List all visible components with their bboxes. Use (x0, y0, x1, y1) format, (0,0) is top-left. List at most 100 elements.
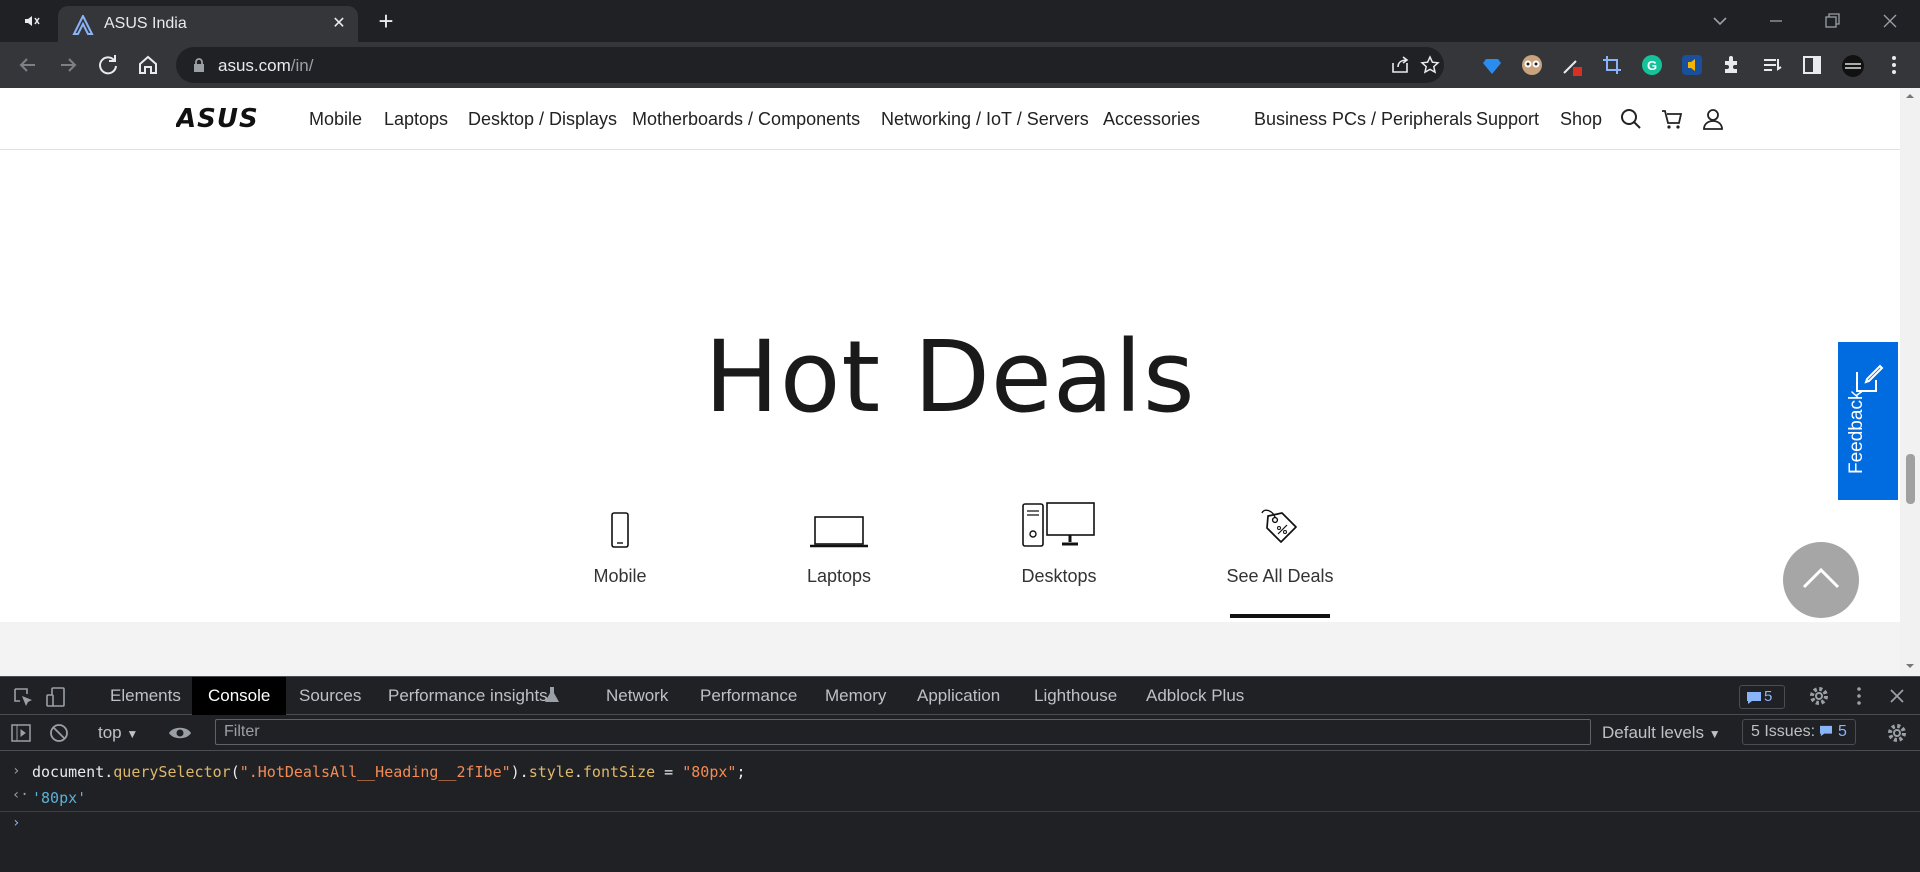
desktop-tower-monitor-icon (979, 496, 1139, 548)
deal-category-desktops[interactable]: Desktops (979, 496, 1139, 587)
console-settings-icon[interactable] (1886, 722, 1908, 744)
context-selector[interactable]: top ▼ (98, 723, 138, 743)
mobile-phone-icon (540, 496, 700, 548)
category-label: Mobile (593, 566, 647, 586)
share-icon[interactable] (1390, 55, 1410, 75)
site-header: ASUS Mobile Laptops Desktop / Displays M… (0, 88, 1900, 150)
minimize-icon[interactable] (1756, 6, 1796, 36)
devtools-tab-memory[interactable]: Memory (809, 677, 902, 715)
console-result: '80px' (32, 789, 87, 807)
nav-business-pcs-peripherals[interactable]: Business PCs / Peripherals (1254, 109, 1472, 130)
scroll-up-icon[interactable] (1900, 90, 1920, 102)
nav-support[interactable]: Support (1476, 109, 1539, 130)
deal-category-mobile[interactable]: Mobile (540, 496, 700, 587)
clear-console-icon[interactable] (48, 722, 70, 744)
nav-accessories[interactable]: Accessories (1103, 109, 1200, 130)
window-close-icon[interactable] (1870, 6, 1910, 36)
tab-search-icon[interactable] (1700, 6, 1740, 36)
new-tab-button[interactable]: + (372, 8, 400, 36)
nav-motherboards-components[interactable]: Motherboards / Components (632, 109, 860, 130)
tab-close-icon[interactable]: ✕ (328, 13, 350, 35)
console-filter-input[interactable]: Filter (215, 719, 1591, 745)
nav-networking-iot-servers[interactable]: Networking / IoT / Servers (881, 109, 1089, 130)
grammarly-icon[interactable]: G (1641, 54, 1663, 76)
page-scrollbar[interactable] (1900, 88, 1920, 676)
log-levels-dropdown[interactable]: Default levels ▼ (1602, 723, 1721, 743)
devtools-tab-lighthouse[interactable]: Lighthouse (1018, 677, 1133, 715)
home-icon[interactable] (134, 51, 162, 79)
back-to-top-button[interactable] (1783, 542, 1859, 618)
web-page: ASUS Mobile Laptops Desktop / Displays M… (0, 88, 1920, 676)
nav-shop[interactable]: Shop (1560, 109, 1602, 130)
feedback-label: Feedback (1846, 390, 1867, 474)
reload-icon[interactable] (94, 51, 122, 79)
reading-list-icon[interactable] (1761, 54, 1783, 76)
address-bar[interactable]: asus.com/in/ (176, 47, 1444, 83)
side-panel-icon[interactable] (1801, 54, 1823, 76)
message-icon (1747, 692, 1761, 704)
lock-icon[interactable] (192, 57, 206, 73)
forward-icon[interactable] (54, 51, 82, 79)
issues-badge[interactable]: 5 (1739, 685, 1785, 709)
search-icon[interactable] (1619, 107, 1643, 131)
result-chevron-icon: ‹· (12, 787, 29, 803)
devtools-tab-sources[interactable]: Sources (283, 677, 377, 715)
live-expression-eye-icon[interactable] (168, 722, 191, 744)
nav-desktop-displays[interactable]: Desktop / Displays (468, 109, 617, 130)
scroll-down-icon[interactable] (1900, 660, 1920, 672)
profile-avatar-icon[interactable] (1841, 54, 1864, 77)
devtools-tab-console[interactable]: Console (192, 677, 287, 715)
category-label: Laptops (806, 566, 872, 586)
experiment-flask-icon (544, 686, 566, 708)
svg-text:ASUS: ASUS (176, 106, 259, 130)
category-label: See All Deals (1226, 566, 1334, 586)
devtools-close-icon[interactable] (1886, 685, 1908, 707)
message-icon (1820, 725, 1833, 737)
devtools-tab-performance-insights[interactable]: Performance insights (372, 677, 564, 715)
owl-extension-icon[interactable] (1521, 54, 1543, 76)
browser-toolbar: asus.com/in/ G (0, 42, 1920, 88)
devtools-settings-icon[interactable] (1808, 685, 1830, 707)
chrome-menu-icon[interactable] (1883, 54, 1905, 76)
inspect-element-icon[interactable] (12, 686, 34, 708)
devtools-more-icon[interactable] (1848, 685, 1870, 707)
deal-category-see-all[interactable]: See All Deals (1200, 496, 1360, 587)
devtools-panel: Elements Console Sources Performance ins… (0, 676, 1920, 872)
nav-laptops[interactable]: Laptops (384, 109, 448, 130)
device-toolbar-icon[interactable] (46, 686, 68, 708)
restore-icon[interactable] (1812, 6, 1852, 36)
console-divider (0, 811, 1920, 812)
tab-audio-icon[interactable] (22, 11, 42, 31)
hot-deals-heading: Hot Deals (704, 320, 1196, 435)
svg-text:G: G (1647, 58, 1657, 73)
issues-counter[interactable]: 5 Issues: 5 (1742, 719, 1856, 745)
devtools-tab-elements[interactable]: Elements (94, 677, 197, 715)
extensions-puzzle-icon[interactable] (1721, 54, 1743, 76)
cart-icon[interactable] (1660, 107, 1684, 131)
deal-category-laptops[interactable]: Laptops (759, 496, 919, 587)
console-command: document.querySelector(".HotDealsAll__He… (32, 763, 746, 781)
prompt-chevron-icon[interactable]: › (12, 815, 20, 831)
browser-tab[interactable]: ASUS India ✕ (58, 6, 358, 42)
devtools-tab-network[interactable]: Network (590, 677, 684, 715)
gem-extension-icon[interactable] (1481, 54, 1503, 76)
read-aloud-extension-icon[interactable] (1681, 54, 1703, 76)
asus-favicon-icon (72, 15, 94, 35)
show-sidebar-icon[interactable] (10, 722, 32, 744)
scrollbar-thumb[interactable] (1906, 454, 1915, 504)
asus-logo[interactable]: ASUS (176, 106, 276, 130)
active-category-underline (1230, 614, 1330, 618)
feedback-button[interactable]: Feedback (1838, 342, 1898, 500)
edit-icon (1854, 364, 1884, 394)
next-section-background (0, 622, 1900, 676)
devtools-tab-adblock-plus[interactable]: Adblock Plus (1130, 677, 1260, 715)
back-icon[interactable] (14, 51, 42, 79)
nav-mobile[interactable]: Mobile (309, 109, 362, 130)
devtools-tab-application[interactable]: Application (901, 677, 1016, 715)
account-icon[interactable] (1701, 107, 1725, 131)
laptop-icon (759, 496, 919, 548)
screenshot-crop-icon[interactable] (1601, 54, 1623, 76)
devtools-tab-performance[interactable]: Performance (684, 677, 813, 715)
bookmark-star-icon[interactable] (1420, 55, 1440, 75)
eyedropper-extension-icon[interactable] (1561, 54, 1583, 76)
